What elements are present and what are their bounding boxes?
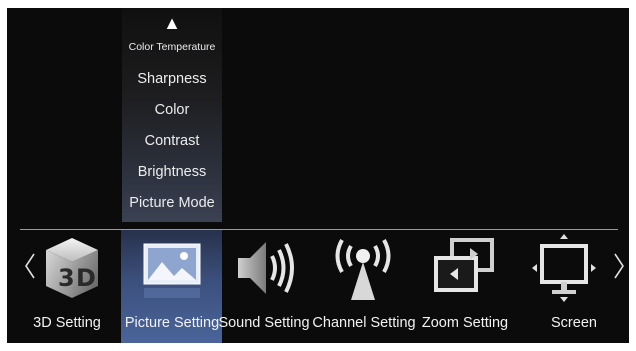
menu-label-channel-setting: Channel Setting (312, 315, 416, 331)
submenu-item-picture-mode[interactable]: Picture Mode (122, 195, 222, 211)
nav-right-icon[interactable] (612, 252, 626, 280)
zoom-icon (434, 238, 494, 292)
submenu-item-brightness[interactable]: Brightness (122, 164, 222, 180)
scroll-up-icon[interactable]: ▲ (122, 13, 222, 33)
screen-position-icon (532, 234, 596, 302)
picture-submenu: ▲ Color Temperature Sharpness Color Cont… (122, 8, 222, 222)
tv-menu-screen: ▲ Color Temperature Sharpness Color Cont… (7, 8, 629, 343)
picture-icon (143, 243, 201, 298)
menu-label-3d-setting: 3D Setting (33, 315, 101, 331)
svg-text:3: 3 (58, 264, 75, 292)
submenu-item-color[interactable]: Color (122, 102, 222, 118)
antenna-icon (335, 239, 391, 300)
submenu-item-sharpness[interactable]: Sharpness (122, 71, 222, 87)
3d-cube-icon: 3 D (46, 238, 98, 298)
menu-label-screen: Screen (551, 315, 597, 331)
speaker-icon (238, 242, 294, 294)
menu-divider (20, 229, 618, 230)
menu-label-zoom-setting: Zoom Setting (421, 315, 509, 331)
svg-text:D: D (76, 264, 96, 292)
menu-label-sound-setting: Sound Setting (218, 315, 310, 331)
submenu-item-color-temperature[interactable]: Color Temperature (122, 41, 222, 53)
submenu-item-contrast[interactable]: Contrast (122, 133, 222, 149)
nav-left-icon[interactable] (23, 252, 37, 280)
